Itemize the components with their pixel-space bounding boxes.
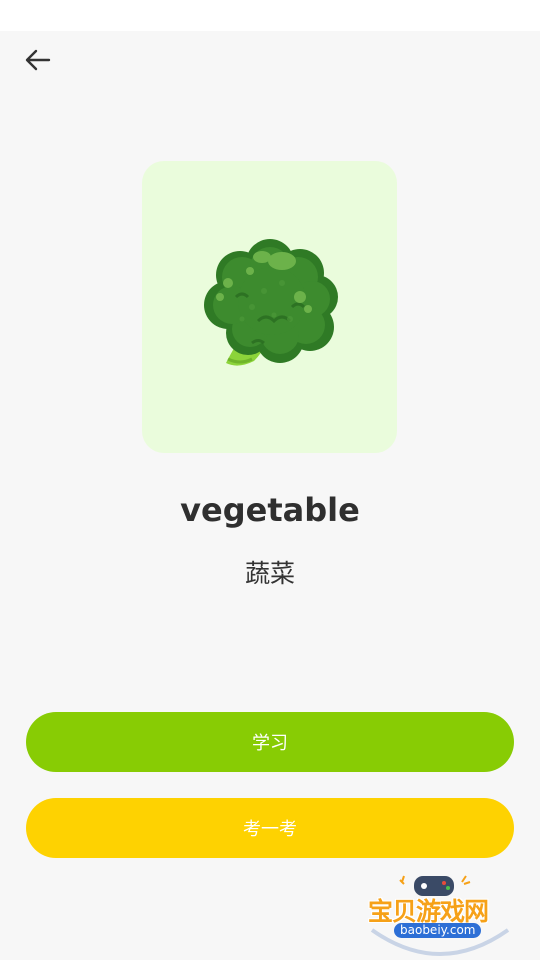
back-button[interactable]: [18, 42, 58, 78]
test-button[interactable]: 考一考: [26, 798, 514, 858]
test-button-label: 考一考: [243, 819, 297, 840]
status-bar: [0, 0, 540, 31]
watermark: 宝贝游戏网 baobeiy.com: [360, 868, 520, 960]
learn-button[interactable]: 学习: [26, 712, 514, 772]
word-english: vegetable: [180, 491, 360, 529]
broccoli-illustration: [204, 239, 338, 366]
back-arrow-icon: [25, 49, 51, 71]
watermark-url: baobeiy.com: [394, 923, 482, 938]
learn-button-label: 学习: [252, 733, 288, 754]
word-translation: 蔬菜: [244, 559, 295, 588]
